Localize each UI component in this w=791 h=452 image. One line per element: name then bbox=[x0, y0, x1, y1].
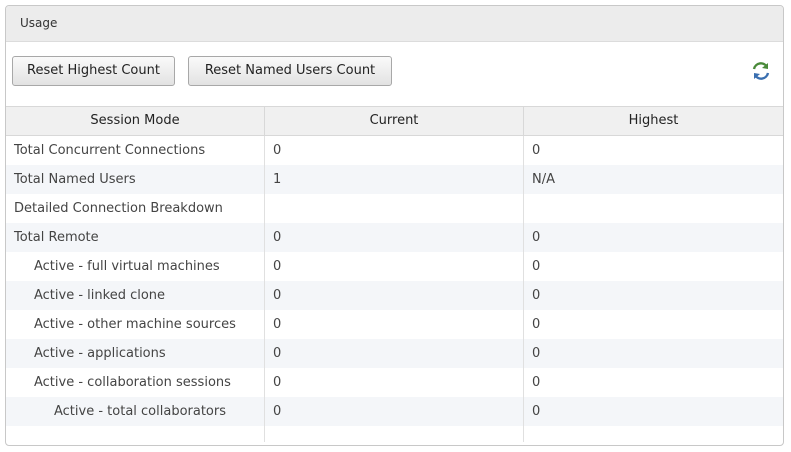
session-mode-cell: Active - linked clone bbox=[6, 281, 265, 310]
session-mode-cell: Active - full virtual machines bbox=[6, 252, 265, 281]
current-cell: 0 bbox=[265, 310, 524, 339]
session-mode-cell: Detailed Connection Breakdown bbox=[6, 194, 265, 223]
refresh-icon[interactable] bbox=[750, 60, 772, 82]
table-row[interactable]: Active - full virtual machines 0 0 bbox=[6, 252, 783, 281]
session-mode-cell: Total Remote bbox=[6, 223, 265, 252]
highest-cell: 0 bbox=[532, 375, 541, 390]
current-cell: 0 bbox=[265, 281, 524, 310]
highest-cell: 0 bbox=[532, 230, 541, 245]
table-row[interactable]: Total Remote 0 0 bbox=[6, 223, 783, 252]
highest-cell: N/A bbox=[532, 172, 555, 187]
highest-cell: 0 bbox=[532, 259, 541, 274]
table-row[interactable]: Active - collaboration sessions 0 0 bbox=[6, 368, 783, 397]
current-cell: 0 bbox=[265, 368, 524, 397]
filler-cell bbox=[265, 426, 524, 442]
table-row[interactable]: Active - total collaborators 0 0 bbox=[6, 397, 783, 426]
highest-cell: 0 bbox=[532, 288, 541, 303]
usage-panel: Usage Reset Highest Count Reset Named Us… bbox=[5, 5, 784, 446]
highest-cell: 0 bbox=[532, 317, 541, 332]
reset-highest-count-button[interactable]: Reset Highest Count bbox=[12, 56, 175, 86]
table-row[interactable]: Active - linked clone 0 0 bbox=[6, 281, 783, 310]
session-mode-cell: Active - other machine sources bbox=[6, 310, 265, 339]
table-filler-row bbox=[6, 426, 783, 442]
table-row[interactable]: Active - other machine sources 0 0 bbox=[6, 310, 783, 339]
table-header: Session Mode Current Highest bbox=[6, 106, 783, 136]
column-header-highest[interactable]: Highest bbox=[524, 107, 783, 135]
toolbar: Reset Highest Count Reset Named Users Co… bbox=[6, 42, 783, 107]
filler-cell bbox=[524, 426, 783, 442]
column-header-current[interactable]: Current bbox=[265, 107, 524, 135]
current-cell: 0 bbox=[265, 252, 524, 281]
filler-cell bbox=[6, 426, 265, 442]
panel-title: Usage bbox=[6, 6, 783, 42]
table-row[interactable]: Detailed Connection Breakdown bbox=[6, 194, 783, 223]
session-mode-cell: Active - total collaborators bbox=[6, 397, 265, 426]
highest-cell: 0 bbox=[532, 404, 541, 419]
usage-table: Session Mode Current Highest Total Concu… bbox=[6, 106, 783, 442]
table-row[interactable]: Total Named Users 1 N/A bbox=[6, 165, 783, 194]
session-mode-cell: Total Concurrent Connections bbox=[6, 136, 265, 165]
current-cell: 0 bbox=[265, 223, 524, 252]
current-cell: 0 bbox=[265, 136, 524, 165]
table-row[interactable]: Active - applications 0 0 bbox=[6, 339, 783, 368]
highest-cell bbox=[524, 194, 783, 223]
session-mode-cell: Active - collaboration sessions bbox=[6, 368, 265, 397]
current-cell: 0 bbox=[265, 397, 524, 426]
session-mode-cell: Total Named Users bbox=[6, 165, 265, 194]
current-cell: 0 bbox=[265, 339, 524, 368]
current-cell: 1 bbox=[265, 165, 524, 194]
table-row[interactable]: Total Concurrent Connections 0 0 bbox=[6, 136, 783, 165]
highest-cell: 0 bbox=[532, 346, 541, 361]
reset-named-users-count-button[interactable]: Reset Named Users Count bbox=[188, 56, 392, 86]
current-cell bbox=[265, 194, 524, 223]
session-mode-cell: Active - applications bbox=[6, 339, 265, 368]
highest-cell: 0 bbox=[532, 143, 541, 158]
column-header-session-mode[interactable]: Session Mode bbox=[6, 107, 265, 135]
